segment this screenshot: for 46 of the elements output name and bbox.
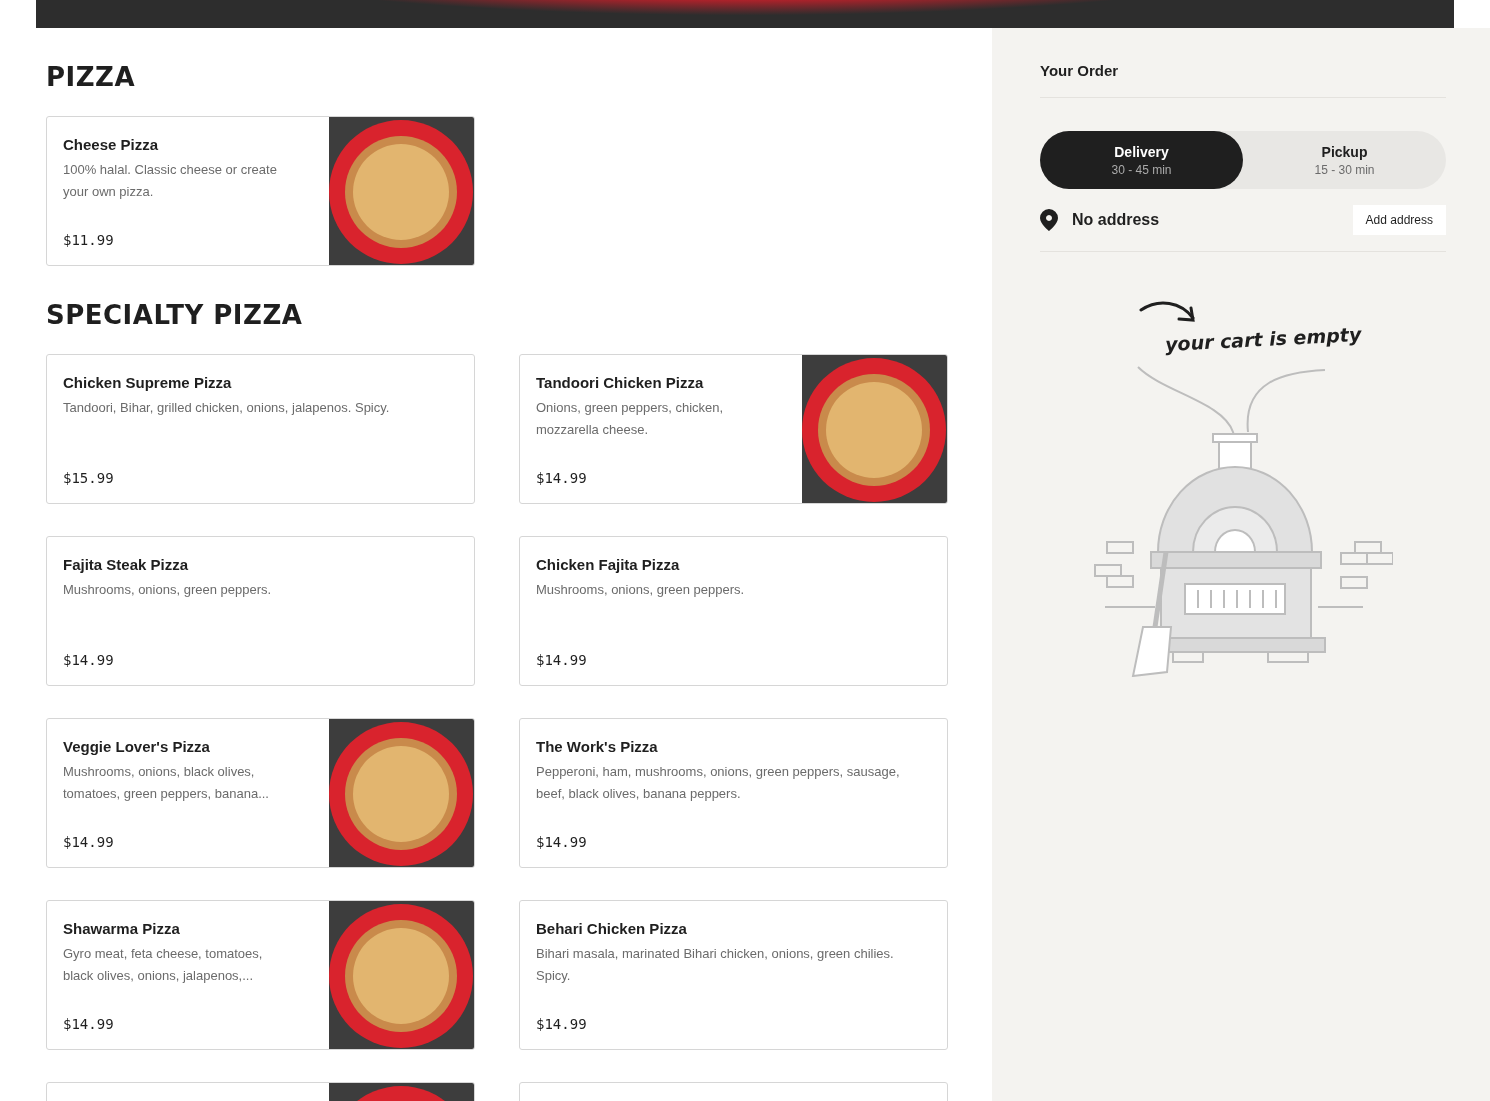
item-description: Mushrooms, onions, black olives, tomatoes, green peppers, banana... bbox=[63, 763, 270, 803]
address-text: No address bbox=[1072, 211, 1161, 229]
menu-item-card[interactable]: Veggie Lover's Pizza Mushrooms, onions, black olives, tomatoes, green peppers, banana... $14.99 bbox=[46, 718, 475, 868]
menu-item-card[interactable]: Tandoori Chicken Pizza Onions, green peppers, chicken, mozzarella cheese. $14.99 bbox=[519, 354, 948, 504]
item-description: Tandoori, Bihar, grilled chicken, onions, jalapenos. Spicy. bbox=[63, 399, 391, 417]
item-description: Mushrooms, onions, green peppers. bbox=[536, 581, 746, 599]
item-description: Onions, green peppers, chicken, mozzarella cheese. bbox=[536, 399, 725, 439]
section-heading: PIZZA bbox=[46, 62, 137, 92]
item-price: $14.99 bbox=[536, 834, 588, 850]
item-price: $14.99 bbox=[63, 652, 115, 668]
menu-item-card[interactable]: Chicken Supreme Pizza Tandoori, Bihar, grilled chicken, onions, jalapenos. Spicy. $15.99 bbox=[46, 354, 475, 504]
item-price: $14.99 bbox=[536, 470, 588, 486]
item-price: $14.99 bbox=[536, 652, 588, 668]
curved-arrow-icon bbox=[1139, 298, 1197, 324]
menu-item-card[interactable]: Behari Chicken Pizza Bihari masala, marinated Bihari chicken, onions, green chilies. Spicy. $14.99 bbox=[519, 900, 948, 1050]
menu-item-card[interactable]: Cheese Pizza 100% halal. Classic cheese or create your own pizza. $11.99 bbox=[46, 116, 475, 266]
item-price: $15.99 bbox=[63, 470, 115, 486]
order-mode-option[interactable]: Pickup 15 - 30 min bbox=[1243, 131, 1446, 189]
add-address-button[interactable]: Add address bbox=[1352, 205, 1446, 235]
item-name: Veggie Lover's Pizza bbox=[63, 738, 211, 755]
item-description: Pepperoni, ham, mushrooms, onions, green peppers, sausage, beef, black olives, banana peppers. bbox=[536, 763, 901, 803]
item-name: Behari Chicken Pizza bbox=[536, 920, 688, 937]
item-description: Bihari masala, marinated Bihari chicken, onions, green chilies. Spicy. bbox=[536, 945, 895, 985]
menu-item-card[interactable]: Fajita Steak Pizza Mushrooms, onions, green peppers. $14.99 bbox=[46, 536, 475, 686]
location-pin-icon bbox=[1040, 209, 1058, 231]
item-name: Tandoori Chicken Pizza bbox=[536, 374, 705, 391]
menu-item-card[interactable]: The Work's Pizza Pepperoni, ham, mushrooms, onions, green peppers, sausage, beef, black olives, banana peppers. $14.99 bbox=[519, 718, 948, 868]
item-price: $14.99 bbox=[63, 1016, 115, 1032]
item-description: Gyro meat, feta cheese, tomatoes, black olives, onions, jalapenos,... bbox=[63, 945, 264, 985]
section-heading: SPECIALTY PIZZA bbox=[46, 300, 304, 330]
item-price: $14.99 bbox=[536, 1016, 588, 1032]
menu-item-card[interactable]: Shawarma Pizza Gyro meat, feta cheese, tomatoes, black olives, onions, jalapenos,... $14.99 bbox=[46, 900, 475, 1050]
menu-item-card[interactable]: Chicken Fajita Pizza Mushrooms, onions, green peppers. $14.99 bbox=[519, 536, 948, 686]
item-price: $11.99 bbox=[63, 232, 115, 248]
item-description: 100% halal. Classic cheese or create your own pizza. bbox=[63, 161, 278, 201]
order-title: Your Order bbox=[1040, 62, 1446, 98]
item-name: Cheese Pizza bbox=[63, 136, 160, 153]
item-name: Shawarma Pizza bbox=[63, 920, 181, 937]
item-price: $14.99 bbox=[63, 834, 115, 850]
item-name: Fajita Steak Pizza bbox=[63, 556, 190, 573]
item-name: The Work's Pizza bbox=[536, 738, 659, 755]
item-name: Chicken Fajita Pizza bbox=[536, 556, 681, 573]
order-mode-option[interactable]: Delivery 30 - 45 min bbox=[1040, 131, 1243, 189]
empty-cart-message: your cart is empty bbox=[1164, 322, 1362, 356]
item-description: Mushrooms, onions, green peppers. bbox=[63, 581, 273, 599]
item-name: Chicken Supreme Pizza bbox=[63, 374, 233, 391]
